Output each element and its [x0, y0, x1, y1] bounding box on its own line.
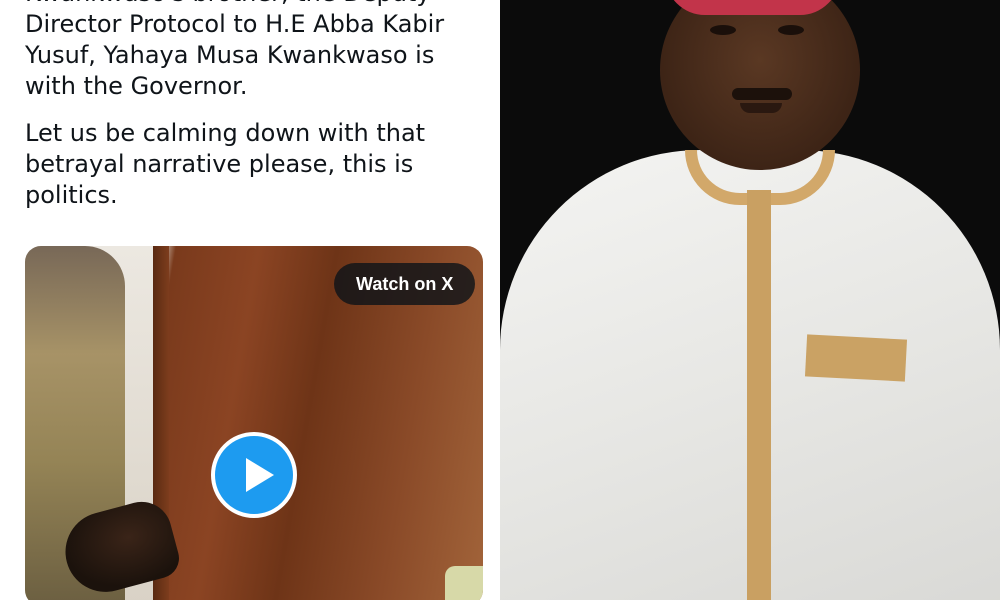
video-embed[interactable]: Watch on X [25, 246, 483, 600]
play-button[interactable] [211, 432, 297, 518]
tweet-paragraph-2: Let us be calming down with that betraya… [25, 119, 426, 209]
tweet-paragraph-1: Kwankwaso's brother, the Deputy Director… [25, 0, 445, 100]
play-icon [246, 458, 274, 492]
video-frame-object [445, 566, 483, 600]
watch-on-x-button[interactable]: Watch on X [334, 263, 476, 305]
tweet-text: Kwankwaso's brother, the Deputy Director… [25, 0, 485, 227]
photo-mustache [732, 88, 792, 100]
photo-eye-right [778, 25, 804, 35]
photo-eye-left [710, 25, 736, 35]
photo-placket [747, 190, 771, 600]
photo-mouth [740, 103, 782, 113]
photo-head [660, 0, 860, 170]
tweet-screenshot: Kwankwaso's brother, the Deputy Director… [0, 0, 500, 600]
photo-pocket [804, 334, 908, 382]
portrait-photo [500, 0, 1000, 600]
